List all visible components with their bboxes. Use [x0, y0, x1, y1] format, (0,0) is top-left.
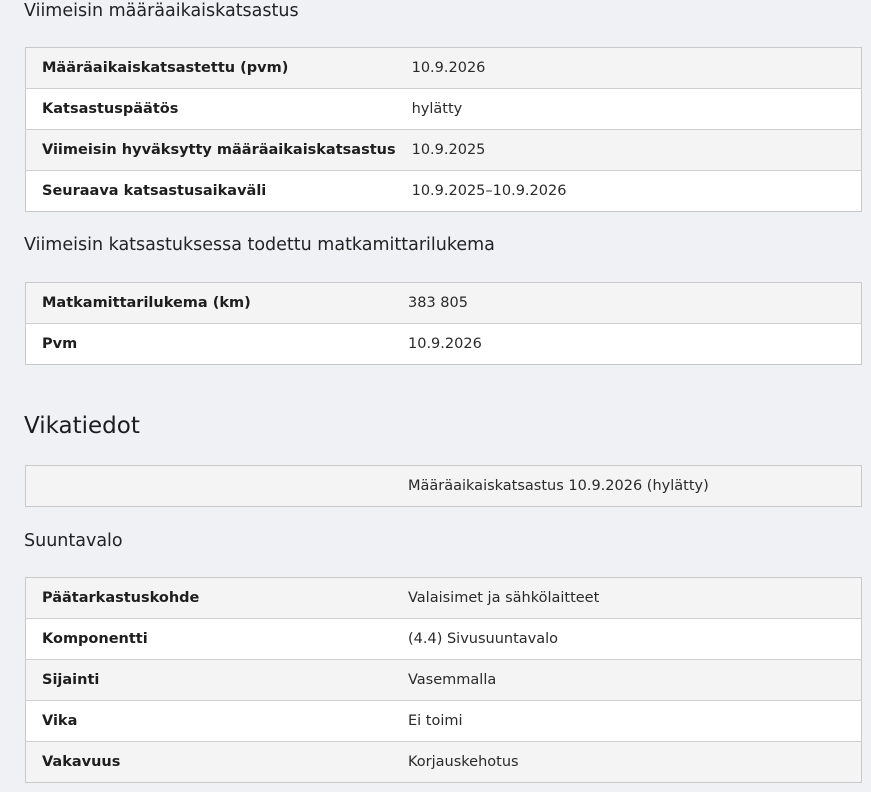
row-label: Vakavuus: [25, 741, 392, 783]
row-label: Seuraava katsastusaikaväli: [25, 170, 396, 212]
row-label: Vika: [25, 700, 392, 742]
defects-summary-table: Määräaikaiskatsastus 10.9.2026 (hylätty): [25, 465, 862, 507]
odometer-table: Matkamittarilukema (km) 383 805 Pvm 10.9…: [25, 282, 862, 365]
row-label: Katsastuspäätös: [25, 88, 396, 130]
table-row: Sijainti Vasemmalla: [25, 659, 862, 701]
table-row: Määräaikaiskatsastus 10.9.2026 (hylätty): [25, 465, 862, 507]
odometer-heading: Viimeisin katsastuksessa todettu matkami…: [24, 235, 495, 255]
table-row: Matkamittarilukema (km) 383 805: [25, 282, 862, 324]
row-value: Vasemmalla: [392, 659, 862, 701]
table-row: Katsastuspäätös hylätty: [25, 88, 862, 130]
table-row: Pvm 10.9.2026: [25, 323, 862, 365]
row-label: Määräaikaiskatsastettu (pvm): [25, 47, 396, 89]
row-value: Valaisimet ja sähkölaitteet: [392, 577, 862, 619]
table-row: Viimeisin hyväksytty määräaikaiskatsastu…: [25, 129, 862, 171]
row-label: Matkamittarilukema (km): [25, 282, 392, 324]
row-value: hylätty: [395, 88, 862, 130]
table-row: Seuraava katsastusaikaväli 10.9.2025–10.…: [25, 170, 862, 212]
row-label: Viimeisin hyväksytty määräaikaiskatsastu…: [25, 129, 396, 171]
row-value: (4.4) Sivusuuntavalo: [392, 618, 862, 660]
row-value: 10.9.2026: [392, 323, 862, 365]
inspection-heading: Viimeisin määräaikaiskatsastus: [24, 1, 299, 21]
row-value: 10.9.2026: [395, 47, 862, 89]
table-row: Vakavuus Korjauskehotus: [25, 741, 862, 783]
row-value: Korjauskehotus: [392, 741, 862, 783]
page: Viimeisin määräaikaiskatsastus Määräaika…: [0, 0, 871, 792]
inspection-table: Määräaikaiskatsastettu (pvm) 10.9.2026 K…: [25, 47, 862, 212]
row-value: Määräaikaiskatsastus 10.9.2026 (hylätty): [392, 465, 862, 507]
row-value: 10.9.2025: [395, 129, 862, 171]
row-label: Komponentti: [25, 618, 392, 660]
row-label: Pvm: [25, 323, 392, 365]
row-label: Sijainti: [25, 659, 392, 701]
row-label: Päätarkastuskohde: [25, 577, 392, 619]
table-row: Vika Ei toimi: [25, 700, 862, 742]
defect-group-heading: Suuntavalo: [24, 531, 123, 551]
row-value: 383 805: [392, 282, 862, 324]
table-row: Määräaikaiskatsastettu (pvm) 10.9.2026: [25, 47, 862, 89]
defects-heading: Vikatiedot: [24, 413, 140, 439]
table-row: Päätarkastuskohde Valaisimet ja sähkölai…: [25, 577, 862, 619]
table-row: Komponentti (4.4) Sivusuuntavalo: [25, 618, 862, 660]
row-value: 10.9.2025–10.9.2026: [395, 170, 862, 212]
row-label: [25, 465, 392, 507]
defect-details-table: Päätarkastuskohde Valaisimet ja sähkölai…: [25, 577, 862, 783]
row-value: Ei toimi: [392, 700, 862, 742]
